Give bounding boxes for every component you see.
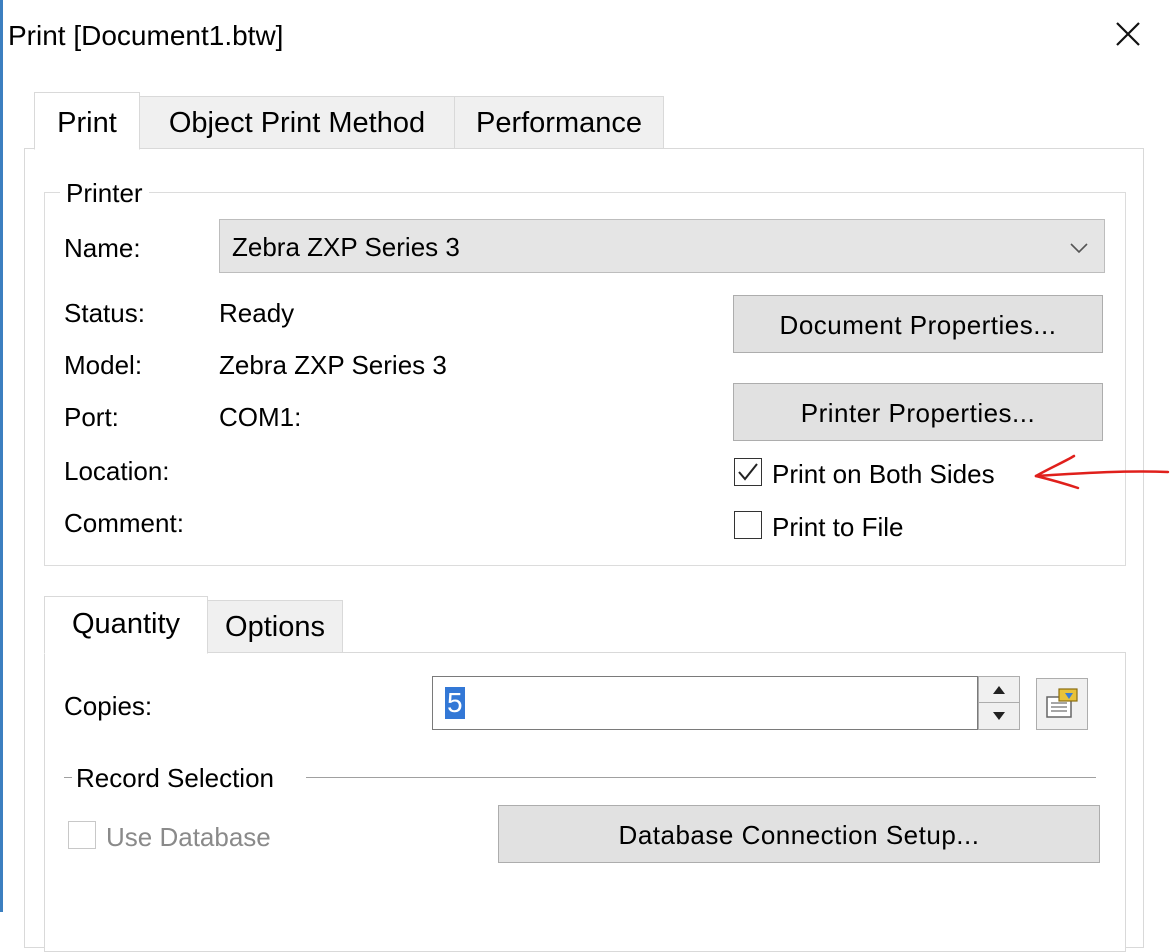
annotation-arrow <box>1034 454 1170 490</box>
document-properties-button[interactable]: Document Properties... <box>733 295 1103 353</box>
status-value: Ready <box>219 298 295 328</box>
tab-print[interactable]: Print <box>34 92 140 150</box>
model-value: Zebra ZXP Series 3 <box>219 350 447 380</box>
print-both-sides-checkbox[interactable] <box>734 458 762 486</box>
use-database-label: Use Database <box>106 822 271 852</box>
close-icon <box>1116 22 1140 46</box>
spin-up-icon[interactable] <box>979 677 1019 703</box>
tab-options[interactable]: Options <box>207 600 343 652</box>
data-source-icon <box>1046 688 1078 718</box>
tab-performance[interactable]: Performance <box>454 96 664 148</box>
location-label: Location: <box>64 456 170 486</box>
comment-label: Comment: <box>64 508 184 538</box>
name-label: Name: <box>64 233 141 263</box>
tab-quantity[interactable]: Quantity <box>44 596 208 654</box>
close-button[interactable] <box>1108 14 1148 54</box>
window-left-border <box>0 0 3 912</box>
printer-name-select[interactable]: Zebra ZXP Series 3 <box>219 219 1105 273</box>
print-both-sides-label[interactable]: Print on Both Sides <box>772 459 995 490</box>
data-source-button[interactable] <box>1036 678 1088 730</box>
port-value: COM1: <box>219 402 302 432</box>
tab-object-print-method[interactable]: Object Print Method <box>139 96 455 148</box>
separator-left <box>64 777 72 778</box>
copies-input[interactable]: 5 <box>432 676 978 730</box>
port-label: Port: <box>64 402 119 432</box>
print-to-file-label[interactable]: Print to File <box>772 512 904 543</box>
window-title: Print [Document1.btw] <box>8 20 284 51</box>
spin-down-icon[interactable] <box>979 703 1019 729</box>
chevron-down-icon <box>1068 235 1090 266</box>
separator-right <box>306 777 1096 778</box>
use-database-checkbox[interactable] <box>68 821 96 849</box>
copies-value: 5 <box>445 687 465 719</box>
model-label: Model: <box>64 350 143 380</box>
copies-spinner[interactable] <box>978 676 1020 730</box>
copies-label: Copies: <box>64 691 153 721</box>
record-selection-label: Record Selection <box>76 763 274 793</box>
status-label: Status: <box>64 298 145 328</box>
print-to-file-checkbox[interactable] <box>734 511 762 539</box>
database-connection-setup-button[interactable]: Database Connection Setup... <box>498 805 1100 863</box>
printer-group-label: Printer <box>60 178 149 209</box>
printer-name-value: Zebra ZXP Series 3 <box>232 232 460 262</box>
check-icon <box>738 463 758 481</box>
printer-properties-button[interactable]: Printer Properties... <box>733 383 1103 441</box>
